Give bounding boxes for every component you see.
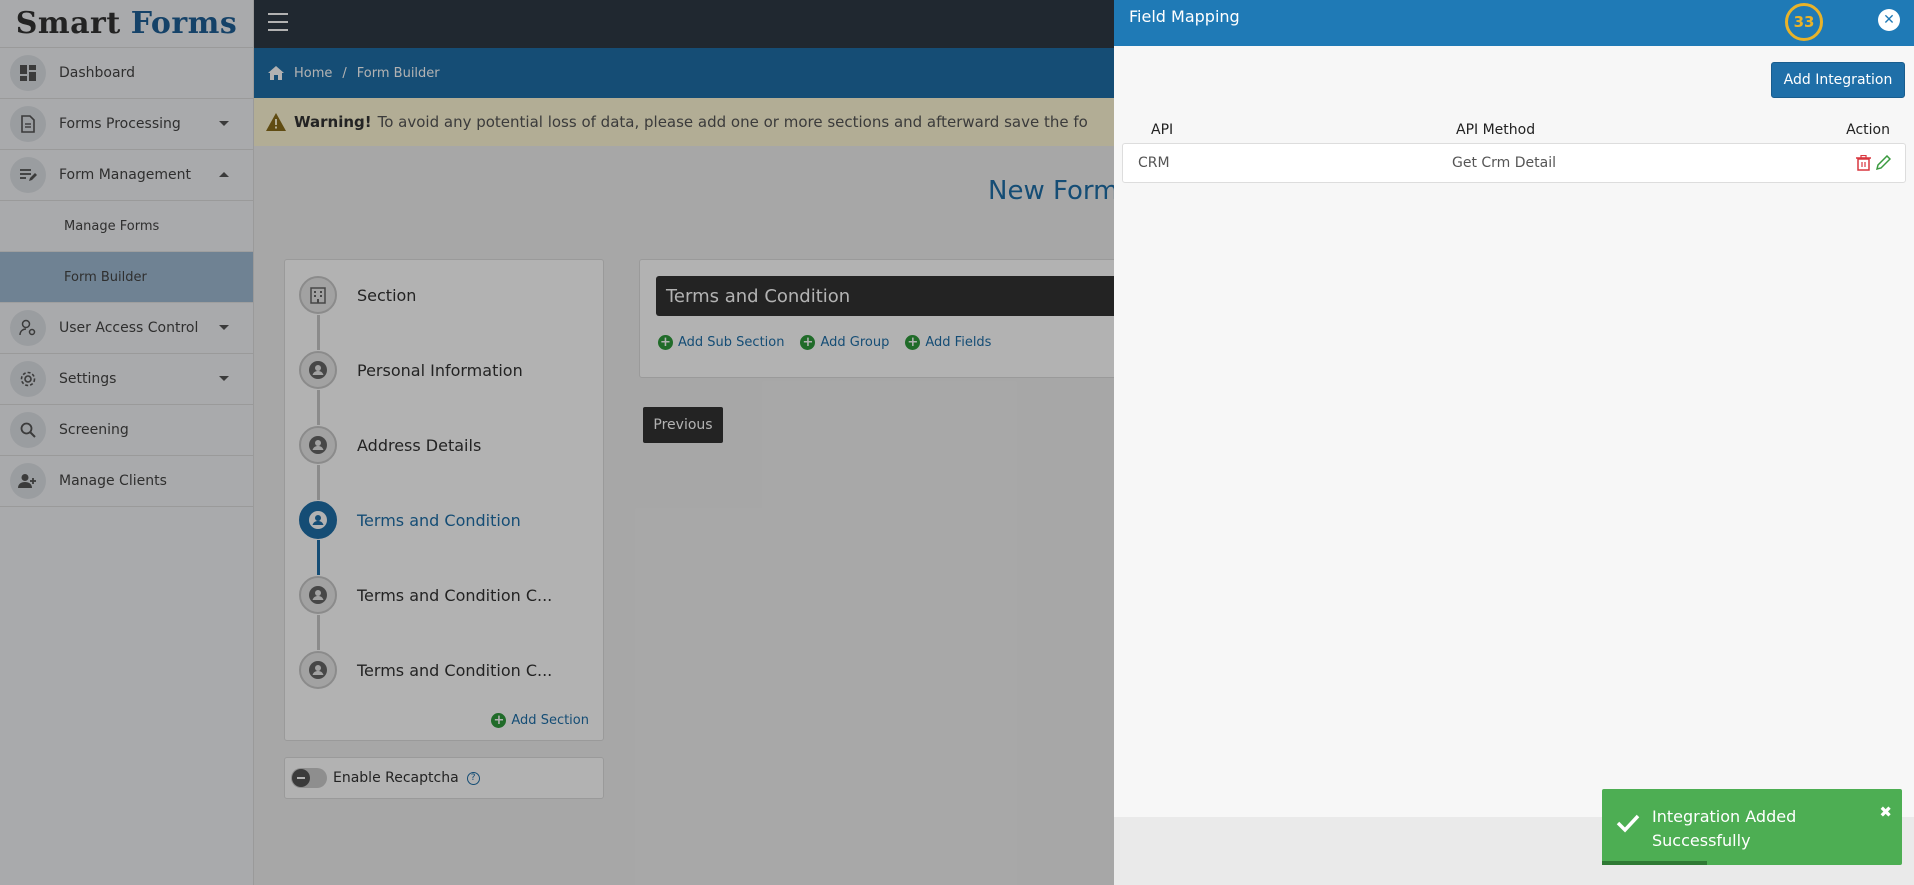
toast-progress-bar: [1602, 861, 1707, 865]
add-integration-button[interactable]: Add Integration: [1771, 62, 1905, 98]
column-header-api: API: [1151, 122, 1174, 138]
cell-api: CRM: [1138, 155, 1170, 171]
toast-close-icon[interactable]: ✖: [1879, 803, 1892, 821]
delete-icon[interactable]: [1856, 155, 1871, 171]
modal-backdrop[interactable]: [0, 0, 1114, 885]
edit-icon[interactable]: [1875, 155, 1891, 171]
checkmark-icon: [1616, 814, 1640, 833]
drawer-title: Field Mapping: [1129, 7, 1240, 26]
close-icon[interactable]: ✕: [1878, 9, 1900, 31]
column-header-api-method: API Method: [1456, 122, 1536, 138]
table-header: API API Method Action: [1136, 120, 1904, 140]
column-header-action: Action: [1846, 122, 1890, 138]
drawer-header: Field Mapping 33 ✕: [1114, 0, 1914, 46]
row-actions: [1852, 155, 1891, 171]
cell-api-method: Get Crm Detail: [1452, 155, 1557, 171]
field-mapping-drawer: Field Mapping 33 ✕ Add Integration API A…: [1114, 0, 1914, 885]
table-row: CRM Get Crm Detail: [1122, 143, 1906, 183]
countdown-timer: 33: [1785, 3, 1823, 41]
success-toast: Integration Added Successfully ✖: [1602, 789, 1902, 865]
toast-message: Integration Added Successfully: [1652, 807, 1797, 850]
